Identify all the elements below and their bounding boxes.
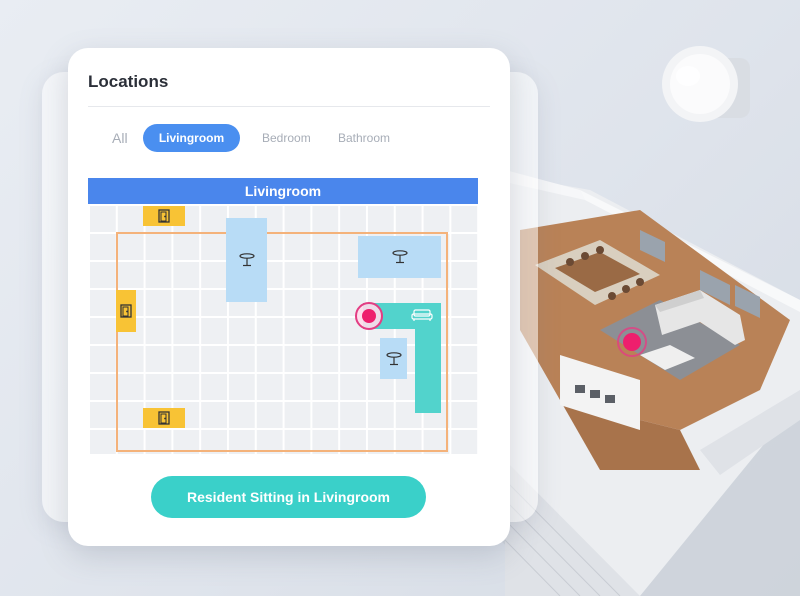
tab-bathroom[interactable]: Bathroom <box>338 124 390 152</box>
location-tabs: All Livingroom Bedroom Bathroom <box>68 124 510 152</box>
table-tall <box>226 218 267 302</box>
floor-plan: Livingroom <box>88 178 478 454</box>
table-icon <box>391 250 408 264</box>
tab-all[interactable]: All <box>112 124 128 152</box>
room-name-header: Livingroom <box>88 178 478 204</box>
floor-grid <box>88 204 478 454</box>
location-pin-icon <box>362 309 376 323</box>
sofa-icon <box>411 309 433 321</box>
divider <box>88 106 490 107</box>
locations-panel: Locations All Livingroom Bedroom Bathroo… <box>68 48 510 546</box>
table-icon <box>385 351 402 365</box>
tab-bedroom[interactable]: Bedroom <box>262 124 311 152</box>
resident-marker[interactable] <box>355 302 383 330</box>
door-left <box>116 290 136 332</box>
door-icon <box>158 411 170 425</box>
door-icon <box>120 304 132 318</box>
door-bottom <box>143 408 185 428</box>
table-small <box>380 338 407 379</box>
table-wide <box>358 236 441 278</box>
tab-livingroom[interactable]: Livingroom <box>143 124 240 152</box>
door-icon <box>158 209 170 223</box>
motion-sensor-device <box>662 46 750 122</box>
resident-status-button[interactable]: Resident Sitting in Livingroom <box>151 476 426 518</box>
door-top <box>143 206 185 226</box>
panel-title: Locations <box>88 72 169 91</box>
table-icon <box>238 253 255 267</box>
